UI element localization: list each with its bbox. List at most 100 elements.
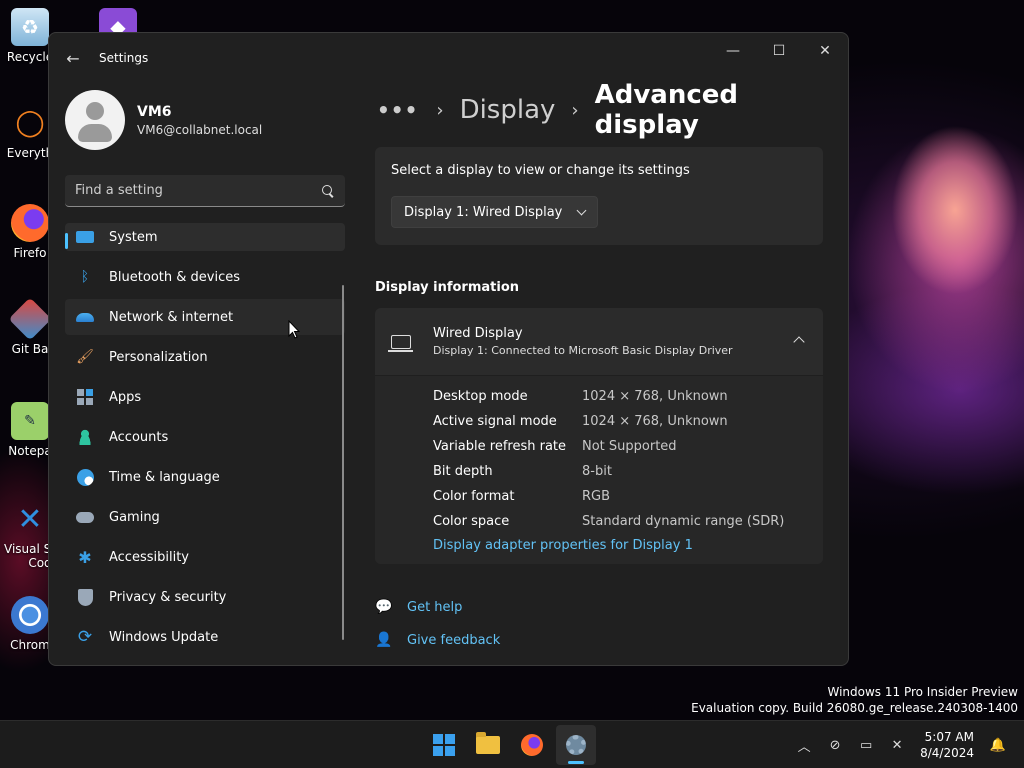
settings-window: ← Settings — ☐ ✕ VM6 VM6@collabnet.local… bbox=[48, 32, 849, 666]
monitor-icon bbox=[388, 334, 413, 352]
volume-muted-icon: ✕ bbox=[891, 737, 903, 753]
system-tray: ︿ ⊘ ▭ ✕ 5:07 AM 8/4/2024 🔔 bbox=[792, 721, 1024, 768]
display-dropdown-value: Display 1: Wired Display bbox=[404, 204, 563, 220]
accessibility-icon: ✱ bbox=[78, 547, 92, 567]
wifi-icon bbox=[75, 307, 95, 327]
sidebar-scrollbar[interactable] bbox=[342, 285, 344, 640]
breadcrumb-display-link[interactable]: Display bbox=[460, 95, 556, 125]
sidebar-item-label: Accessibility bbox=[109, 549, 189, 565]
sidebar-item-system[interactable]: System bbox=[65, 223, 345, 251]
tray-display[interactable]: ▭ bbox=[854, 733, 878, 757]
display-dropdown[interactable]: Display 1: Wired Display bbox=[391, 196, 599, 228]
profile-name: VM6 bbox=[137, 103, 172, 120]
title-bar: ← Settings — ☐ ✕ bbox=[49, 33, 848, 83]
sidebar-item-bluetooth[interactable]: ᛒ Bluetooth & devices bbox=[65, 259, 345, 295]
display-info-card: Wired Display Display 1: Connected to Mi… bbox=[375, 308, 823, 564]
globe-clock-icon bbox=[75, 467, 95, 487]
sidebar-item-label: System bbox=[109, 229, 158, 245]
search-icon[interactable] bbox=[321, 184, 335, 198]
display-information-heading: Display information bbox=[375, 280, 520, 295]
breadcrumb-more-button[interactable]: ••• bbox=[377, 98, 418, 122]
sidebar-item-network[interactable]: Network & internet bbox=[65, 299, 345, 335]
notifications-button[interactable]: 🔔 bbox=[986, 733, 1010, 757]
gamepad-icon bbox=[75, 507, 95, 527]
monitor-icon: ▭ bbox=[859, 737, 873, 753]
system-display-icon bbox=[75, 227, 95, 247]
back-arrow-icon: ← bbox=[66, 48, 80, 68]
sidebar-item-label: Windows Update bbox=[109, 629, 219, 645]
bell-icon: 🔔 bbox=[989, 737, 1007, 753]
shield-icon bbox=[75, 587, 95, 607]
sidebar-item-windows-update[interactable]: ⟳ Windows Update bbox=[65, 619, 345, 655]
firefox-icon bbox=[521, 734, 543, 756]
info-row-desktop-mode: Desktop mode 1024 × 768, Unknown bbox=[433, 389, 728, 404]
chevron-right-icon: › bbox=[571, 99, 579, 121]
info-row-color-format: Color format RGB bbox=[433, 489, 611, 504]
show-hidden-icons-button[interactable]: ︿ bbox=[792, 733, 816, 757]
back-button[interactable]: ← bbox=[53, 42, 93, 74]
sidebar-item-label: Apps bbox=[109, 389, 142, 405]
start-button[interactable] bbox=[424, 725, 464, 765]
select-display-card: Select a display to view or change its s… bbox=[375, 147, 823, 245]
give-feedback-link[interactable]: 👤 Give feedback bbox=[375, 631, 500, 649]
sidebar-item-personalization[interactable]: 🖌 Personalization bbox=[65, 339, 345, 375]
file-explorer-icon bbox=[476, 732, 500, 754]
paint-brush-icon: 🖌 bbox=[76, 349, 94, 365]
start-icon bbox=[433, 734, 455, 756]
sidebar-nav: System ᛒ Bluetooth & devices Network & i… bbox=[65, 223, 345, 659]
sidebar-item-time-language[interactable]: Time & language bbox=[65, 459, 345, 495]
sidebar-item-accessibility[interactable]: ✱ Accessibility bbox=[65, 539, 345, 575]
sidebar-item-accounts[interactable]: Accounts bbox=[65, 419, 345, 455]
clock-time: 5:07 AM bbox=[924, 730, 974, 744]
evaluation-watermark: Windows 11 Pro Insider Preview Evaluatio… bbox=[691, 685, 1018, 715]
sidebar-item-label: Personalization bbox=[109, 349, 208, 365]
info-row-active-signal-mode: Active signal mode 1024 × 768, Unknown bbox=[433, 414, 728, 429]
search-input[interactable] bbox=[75, 183, 321, 198]
network-off-icon: ⊘ bbox=[829, 737, 841, 753]
minimize-button[interactable]: — bbox=[710, 35, 756, 67]
window-title: Settings bbox=[99, 51, 149, 65]
maximize-button[interactable]: ☐ bbox=[756, 35, 802, 67]
display-info-details: Desktop mode 1024 × 768, Unknown Active … bbox=[375, 376, 823, 564]
user-profile[interactable]: VM6 VM6@collabnet.local bbox=[65, 90, 262, 150]
display-adapter-properties-link[interactable]: Display adapter properties for Display 1 bbox=[433, 538, 693, 553]
info-row-color-space: Color space Standard dynamic range (SDR) bbox=[433, 514, 785, 529]
taskbar-file-explorer[interactable] bbox=[468, 725, 508, 765]
sidebar-item-label: Time & language bbox=[109, 469, 220, 485]
chrome-icon bbox=[11, 596, 49, 634]
feedback-icon: 👤 bbox=[375, 632, 393, 648]
everything-search-icon: ◯ bbox=[15, 108, 45, 138]
help-chat-icon: 💬 bbox=[375, 599, 393, 615]
info-row-variable-refresh-rate: Variable refresh rate Not Supported bbox=[433, 439, 677, 454]
apps-icon bbox=[75, 387, 95, 407]
close-button[interactable]: ✕ bbox=[802, 35, 848, 67]
chevron-up-icon[interactable] bbox=[793, 336, 805, 348]
chevron-up-icon: ︿ bbox=[797, 739, 811, 755]
caption-buttons: — ☐ ✕ bbox=[710, 33, 848, 67]
breadcrumb: ••• › Display › Advanced display bbox=[377, 80, 848, 140]
display-name: Wired Display bbox=[433, 326, 523, 341]
taskbar: ︿ ⊘ ▭ ✕ 5:07 AM 8/4/2024 🔔 bbox=[0, 720, 1024, 768]
git-bash-icon bbox=[8, 297, 52, 341]
maximize-icon: ☐ bbox=[772, 43, 786, 59]
info-row-bit-depth: Bit depth 8-bit bbox=[433, 464, 612, 479]
sidebar-item-privacy-security[interactable]: Privacy & security bbox=[65, 579, 345, 615]
get-help-label: Get help bbox=[407, 599, 463, 615]
clock-date: 8/4/2024 bbox=[920, 746, 974, 760]
taskbar-clock[interactable]: 5:07 AM 8/4/2024 bbox=[920, 729, 974, 761]
tray-volume[interactable]: ✕ bbox=[885, 733, 909, 757]
recycle-bin-icon: ♻ bbox=[11, 8, 49, 46]
sidebar-item-gaming[interactable]: Gaming bbox=[65, 499, 345, 535]
sidebar-item-apps[interactable]: Apps bbox=[65, 379, 345, 415]
settings-gear-icon bbox=[566, 735, 586, 755]
sidebar-item-label: Privacy & security bbox=[109, 589, 227, 605]
tray-network-disconnected[interactable]: ⊘ bbox=[823, 733, 847, 757]
page-title: Advanced display bbox=[594, 80, 739, 140]
display-info-header[interactable]: Wired Display Display 1: Connected to Mi… bbox=[375, 308, 823, 376]
taskbar-firefox[interactable] bbox=[512, 725, 552, 765]
update-sync-icon: ⟳ bbox=[77, 627, 93, 647]
taskbar-settings[interactable] bbox=[556, 725, 596, 765]
get-help-link[interactable]: 💬 Get help bbox=[375, 598, 462, 616]
sidebar-item-label: Bluetooth & devices bbox=[109, 269, 240, 285]
search-box bbox=[65, 175, 345, 207]
